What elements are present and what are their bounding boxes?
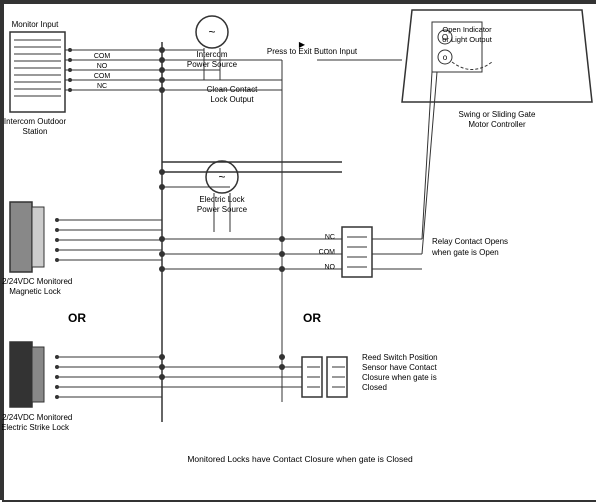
svg-text:COM: COM bbox=[94, 53, 111, 60]
svg-text:COM: COM bbox=[319, 249, 336, 256]
svg-text:NO: NO bbox=[325, 264, 336, 271]
svg-text:o: o bbox=[443, 53, 448, 62]
svg-text:NC: NC bbox=[325, 234, 335, 241]
svg-text:~: ~ bbox=[208, 25, 215, 39]
wiring-diagram: Monitor Input COM NO COM NC Intercom Out… bbox=[0, 0, 596, 500]
svg-text:Station: Station bbox=[23, 127, 48, 136]
svg-text:Power Source: Power Source bbox=[197, 205, 248, 214]
svg-text:12/24VDC Monitored: 12/24VDC Monitored bbox=[2, 413, 72, 422]
svg-text:OR: OR bbox=[303, 311, 321, 325]
svg-text:Reed Switch Position: Reed Switch Position bbox=[362, 353, 438, 362]
svg-text:Electric Strike Lock: Electric Strike Lock bbox=[2, 423, 70, 432]
svg-text:Lock Output: Lock Output bbox=[210, 95, 254, 104]
svg-text:NC: NC bbox=[97, 83, 107, 90]
svg-text:Relay Contact Opens: Relay Contact Opens bbox=[432, 237, 508, 246]
svg-text:Closed: Closed bbox=[362, 383, 387, 392]
svg-text:Monitored Locks have Contact C: Monitored Locks have Contact Closure whe… bbox=[187, 454, 413, 464]
svg-text:Swing or Sliding Gate: Swing or Sliding Gate bbox=[459, 110, 536, 119]
svg-text:OR: OR bbox=[68, 311, 86, 325]
svg-text:COM: COM bbox=[94, 73, 111, 80]
svg-text:Press to Exit Button Input: Press to Exit Button Input bbox=[267, 47, 358, 56]
svg-text:NO: NO bbox=[97, 63, 108, 70]
svg-text:when gate is Open: when gate is Open bbox=[431, 248, 499, 257]
svg-text:Closure when gate is: Closure when gate is bbox=[362, 373, 437, 382]
svg-text:Magnetic Lock: Magnetic Lock bbox=[9, 287, 62, 296]
svg-text:Intercom: Intercom bbox=[196, 50, 227, 59]
svg-text:12/24VDC Monitored: 12/24VDC Monitored bbox=[2, 277, 72, 286]
svg-text:Motor Controller: Motor Controller bbox=[468, 120, 526, 129]
svg-text:Open Indicator: Open Indicator bbox=[442, 25, 492, 34]
svg-text:Sensor have Contact: Sensor have Contact bbox=[362, 363, 437, 372]
svg-text:Intercom Outdoor: Intercom Outdoor bbox=[4, 117, 67, 126]
svg-text:Power Source: Power Source bbox=[187, 60, 238, 69]
svg-text:Monitor Input: Monitor Input bbox=[12, 20, 59, 29]
svg-text:or Light Output: or Light Output bbox=[442, 35, 493, 44]
svg-text:Electric Lock: Electric Lock bbox=[199, 195, 245, 204]
